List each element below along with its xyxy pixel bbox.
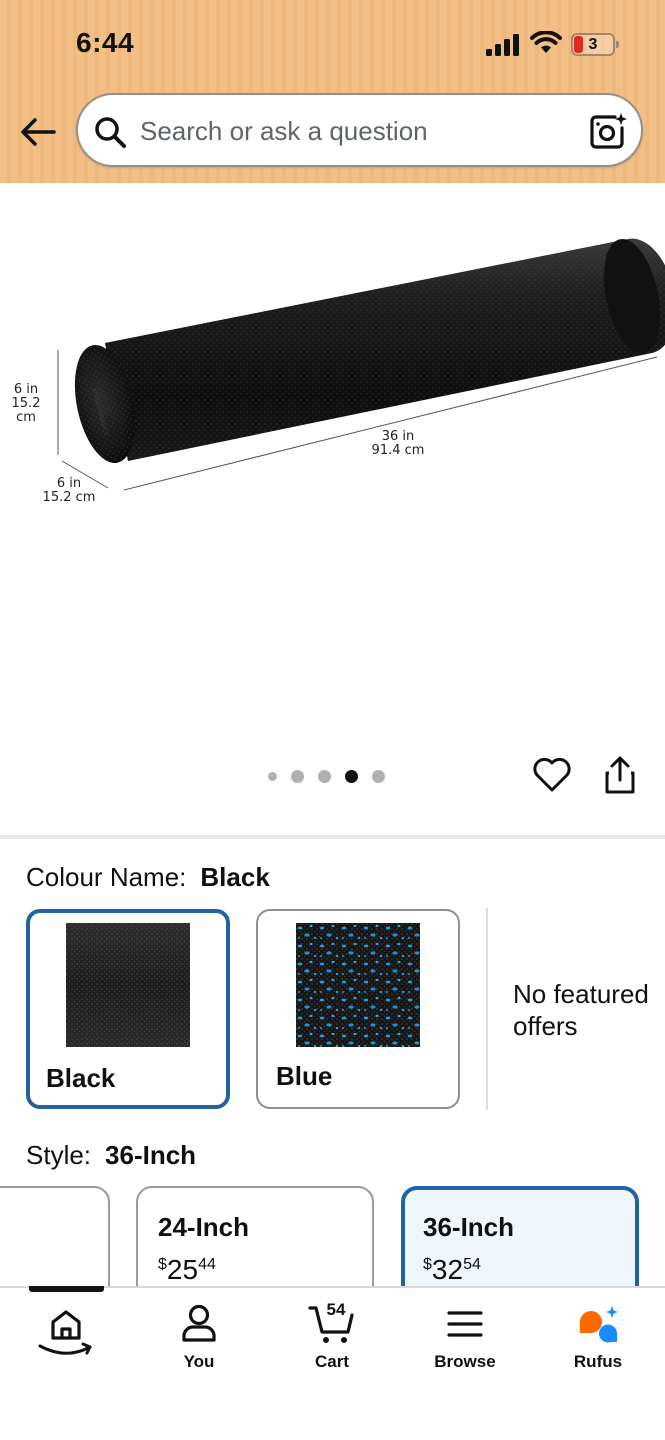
colour-selected-value: Black bbox=[200, 862, 270, 892]
pagination-dot[interactable] bbox=[372, 769, 385, 783]
pagination-dot[interactable] bbox=[268, 771, 277, 781]
swatch-label: Black bbox=[46, 1063, 116, 1093]
battery-level: 3 bbox=[588, 36, 598, 53]
dimension-length-label: 36 in 91.4 cm bbox=[371, 429, 425, 458]
wifi-icon bbox=[530, 31, 562, 53]
status-time: 6:44 bbox=[76, 27, 135, 58]
style-selected-value: 36-Inch bbox=[105, 1140, 197, 1170]
app-header: 6:44 3 bbox=[0, 0, 665, 183]
style-option-price: $2544 bbox=[158, 1254, 216, 1285]
search-bar[interactable] bbox=[76, 93, 643, 167]
rufus-chat-icon bbox=[580, 1306, 618, 1343]
colour-swatch-black[interactable]: Black bbox=[26, 909, 230, 1109]
colour-swatch-blue[interactable]: Blue bbox=[256, 909, 460, 1109]
style-label: Style: 36-Inch bbox=[26, 1140, 197, 1170]
nav-home[interactable] bbox=[11, 1302, 121, 1382]
image-pagination-dots[interactable] bbox=[268, 768, 399, 784]
pagination-dot[interactable] bbox=[291, 769, 304, 783]
nav-label: Browse bbox=[434, 1352, 496, 1371]
nav-label: You bbox=[183, 1352, 215, 1371]
dimension-depth-label: 6 in 15.2 cm bbox=[42, 476, 96, 505]
search-input[interactable] bbox=[140, 113, 570, 149]
heart-icon[interactable] bbox=[531, 754, 573, 796]
back-button[interactable] bbox=[18, 112, 58, 152]
nav-rufus[interactable]: Rufus bbox=[543, 1302, 653, 1382]
pagination-dot-active[interactable] bbox=[345, 769, 358, 783]
blue-roller-thumbnail bbox=[296, 923, 420, 1047]
nav-you[interactable]: You bbox=[144, 1302, 254, 1382]
foam-roller-image: amazonbasics bbox=[57, 238, 665, 491]
colour-name-label: Colour Name: Black bbox=[26, 862, 270, 892]
camera-search-icon[interactable] bbox=[588, 111, 628, 151]
style-option-price: $3254 bbox=[423, 1254, 481, 1285]
no-featured-offers-text: No featured offers bbox=[513, 979, 649, 1041]
nav-browse[interactable]: Browse bbox=[410, 1302, 520, 1382]
vertical-divider bbox=[486, 908, 488, 1110]
style-option-name: 24-Inch bbox=[158, 1212, 250, 1242]
menu-icon bbox=[447, 1311, 483, 1337]
nav-label: Rufus bbox=[573, 1352, 623, 1371]
arrow-left-icon bbox=[21, 118, 56, 146]
style-option-name: 36-Inch bbox=[423, 1212, 515, 1242]
nav-cart[interactable]: 54 Cart bbox=[277, 1300, 387, 1382]
cellular-signal-icon bbox=[486, 34, 519, 56]
dimension-height-label: 6 in 15.2 cm bbox=[11, 382, 41, 425]
battery-indicator: 3 bbox=[571, 33, 619, 56]
cart-count-badge: 54 bbox=[326, 1300, 346, 1319]
person-icon bbox=[182, 1304, 216, 1342]
search-icon bbox=[95, 117, 126, 148]
nav-label: Cart bbox=[314, 1352, 349, 1371]
product-image-gallery[interactable]: amazonbasics 6 in 15.2 cm 6 in 15.2 cm 3… bbox=[0, 183, 665, 833]
bottom-navigation: You 54 Cart Browse Rufus bbox=[0, 1286, 665, 1440]
home-icon bbox=[38, 1310, 92, 1355]
active-tab-indicator bbox=[29, 1286, 104, 1292]
swatch-label: Blue bbox=[276, 1061, 333, 1091]
pagination-dot[interactable] bbox=[318, 769, 331, 783]
share-icon[interactable] bbox=[600, 754, 640, 796]
black-roller-thumbnail bbox=[66, 923, 190, 1047]
section-divider bbox=[0, 835, 665, 839]
